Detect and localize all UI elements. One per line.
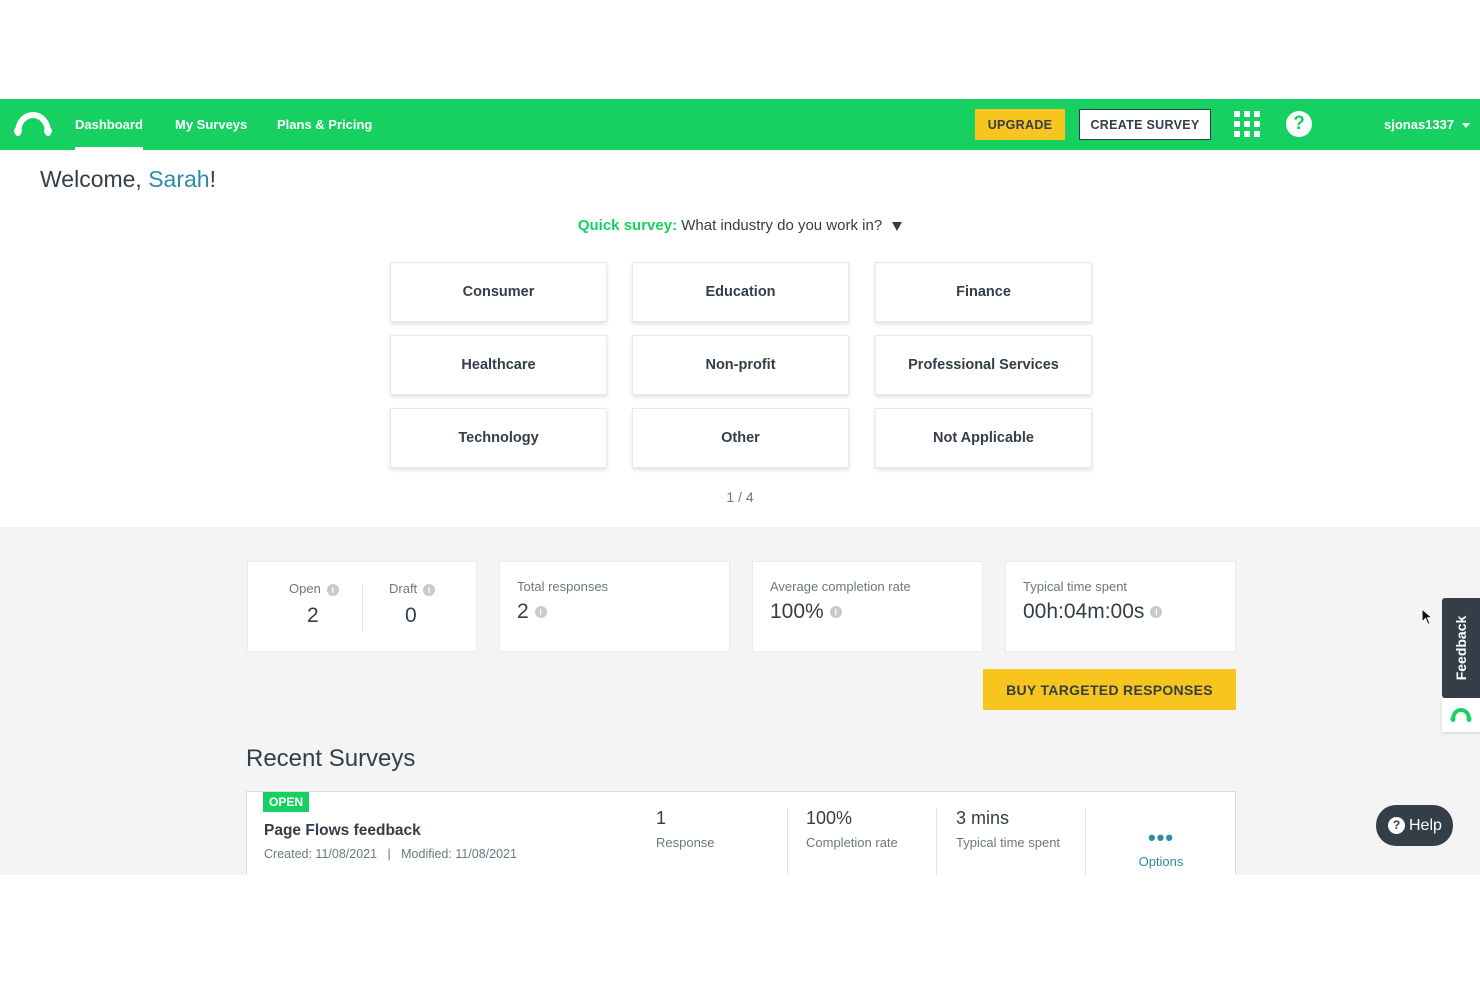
responses-label: Response — [656, 835, 715, 850]
time-spent-number: 00h:04m:00s — [1023, 600, 1145, 623]
status-badge: OPEN — [263, 792, 310, 812]
welcome-prefix: Welcome, — [40, 166, 149, 192]
industry-option-professional-services[interactable]: Professional Services — [875, 335, 1092, 395]
draft-label-text: Draft — [389, 581, 418, 596]
feedback-tab[interactable]: Feedback — [1442, 598, 1480, 698]
completion-metric: 100% Completion rate — [806, 808, 898, 850]
help-label: Help — [1409, 817, 1442, 834]
time-metric: 3 mins Typical time spent — [956, 808, 1060, 850]
cursor-icon — [1421, 608, 1433, 626]
industry-option-consumer[interactable]: Consumer — [390, 262, 607, 322]
info-icon[interactable]: i — [423, 583, 436, 596]
divider — [362, 584, 363, 632]
info-icon[interactable]: i — [534, 606, 547, 619]
time-label: Typical time spent — [956, 835, 1061, 850]
quick-survey-pager: 1 / 4 — [726, 489, 754, 505]
buy-targeted-responses-button[interactable]: BUY TARGETED RESPONSES — [983, 669, 1236, 710]
industry-option-healthcare[interactable]: Healthcare — [390, 335, 607, 395]
top-nav: Dashboard My Surveys Plans & Pricing UPG… — [0, 99, 1480, 150]
survey-row: OPEN Page Flows feedback Created: 11/08/… — [246, 791, 1236, 875]
create-survey-button[interactable]: CREATE SURVEY — [1079, 109, 1211, 140]
completion-value: 100% — [806, 808, 853, 828]
nav-dashboard[interactable]: Dashboard — [75, 99, 143, 150]
help-circle-icon[interactable]: ? — [1286, 111, 1312, 137]
completion-rate-card: Average completion rate 100% i — [752, 561, 983, 652]
survey-dates: Created: 11/08/2021 | Modified: 11/08/20… — [264, 847, 517, 861]
dashboard-summary: Open i 2 Draft i 0 Total responses 2i Aver… — [0, 527, 1480, 875]
quick-survey-prompt: Quick survey: What industry do you work … — [0, 217, 1480, 234]
survey-title-link[interactable]: Page Flows feedback — [264, 822, 421, 840]
options-label: Options — [1138, 854, 1184, 869]
completion-rate-label: Average completion rate — [770, 579, 911, 594]
survey-options-button[interactable]: ••• Options — [1085, 825, 1237, 870]
upgrade-button[interactable]: UPGRADE — [975, 109, 1065, 140]
info-icon[interactable]: i — [326, 583, 339, 596]
quick-survey-question: What industry do you work in? — [677, 217, 883, 234]
app-frame: Dashboard My Surveys Plans & Pricing UPG… — [0, 99, 1480, 875]
total-responses-card: Total responses 2i — [499, 561, 730, 652]
info-icon[interactable]: i — [1150, 606, 1163, 619]
open-value[interactable]: 2 — [307, 604, 319, 628]
draft-value[interactable]: 0 — [405, 604, 417, 628]
time-spent-value: 00h:04m:00s i — [1023, 600, 1163, 624]
industry-option-not-applicable[interactable]: Not Applicable — [875, 408, 1092, 468]
industry-option-technology[interactable]: Technology — [390, 408, 607, 468]
user-menu[interactable]: sjonas1337 — [1384, 99, 1471, 150]
industry-option-finance[interactable]: Finance — [875, 262, 1092, 322]
total-responses-value: 2i — [517, 600, 547, 624]
chevron-down-icon — [1462, 123, 1471, 129]
nav-my-surveys[interactable]: My Surveys — [175, 99, 247, 150]
recent-surveys-heading: Recent Surveys — [246, 745, 416, 772]
open-label-text: Open — [289, 581, 321, 596]
completion-rate-value: 100% i — [770, 600, 842, 624]
info-icon[interactable]: i — [829, 606, 842, 619]
industry-option-other[interactable]: Other — [632, 408, 849, 468]
open-label: Open i — [289, 581, 339, 596]
completion-label: Completion rate — [806, 835, 898, 850]
time-value: 3 mins — [956, 808, 1010, 828]
feedback-logo[interactable] — [1442, 698, 1480, 732]
help-button[interactable]: ? Help — [1376, 805, 1453, 846]
completion-rate-number: 100% — [770, 600, 824, 623]
industry-option-non-profit[interactable]: Non-profit — [632, 335, 849, 395]
open-draft-card: Open i 2 Draft i 0 — [247, 561, 477, 652]
chevron-down-icon[interactable] — [892, 221, 903, 231]
industry-option-education[interactable]: Education — [632, 262, 849, 322]
monkey-logo-icon[interactable] — [14, 111, 52, 137]
total-responses-label: Total responses — [517, 579, 609, 594]
welcome-heading: Welcome, Sarah! — [40, 166, 216, 193]
responses-value: 1 — [656, 808, 667, 828]
welcome-suffix: ! — [209, 166, 216, 192]
nav-plans-pricing[interactable]: Plans & Pricing — [277, 99, 372, 150]
time-spent-card: Typical time spent 00h:04m:00s i — [1005, 561, 1236, 652]
quick-survey-label: Quick survey: — [577, 217, 678, 234]
draft-label: Draft i — [389, 581, 436, 596]
help-circle-icon: ? — [1388, 817, 1405, 834]
divider — [936, 808, 937, 875]
feedback-label: Feedback — [1453, 615, 1469, 681]
responses-metric[interactable]: 1 Response — [656, 808, 715, 850]
username: sjonas1337 — [1384, 117, 1455, 132]
welcome-name: Sarah — [148, 166, 210, 192]
divider — [787, 808, 788, 875]
apps-grid-icon[interactable] — [1234, 111, 1260, 137]
total-responses-number: 2 — [517, 600, 529, 623]
time-spent-label: Typical time spent — [1023, 579, 1128, 594]
more-dots-icon: ••• — [1147, 825, 1175, 850]
monkey-logo-icon — [1450, 707, 1472, 722]
